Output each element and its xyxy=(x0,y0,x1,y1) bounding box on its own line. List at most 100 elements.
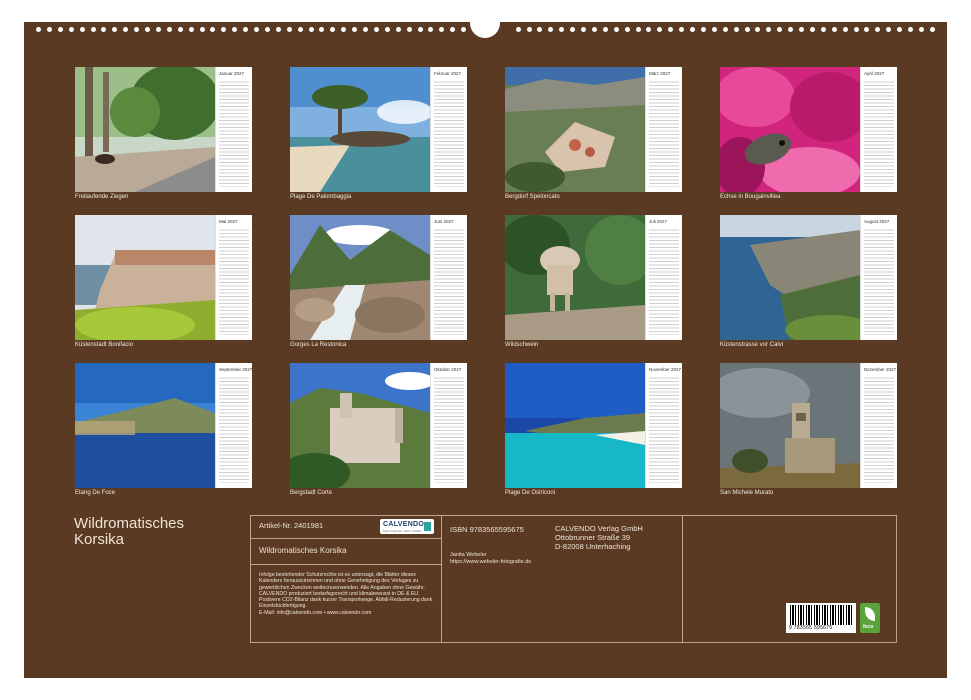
binding-hole xyxy=(526,27,532,32)
binding-hole xyxy=(864,27,870,32)
photo-caption: Bergstadt Corte xyxy=(290,490,333,496)
binding-hole xyxy=(417,27,423,32)
binding-hole xyxy=(820,27,826,32)
binding-hole xyxy=(155,27,161,32)
feco-eco-icon: feco xyxy=(860,603,880,633)
photo-caption: Wildschwein xyxy=(505,342,539,348)
binding-hole xyxy=(744,27,750,32)
binding-hole xyxy=(286,27,292,32)
photo-caption: Küstenstadt Bonifacio xyxy=(75,342,134,348)
binding-hole xyxy=(145,27,150,32)
binding-hole xyxy=(755,27,761,32)
binding-hole xyxy=(243,27,249,32)
binding-hole xyxy=(134,27,140,32)
article-number: Artikel-Nr. 2401981 xyxy=(259,521,324,530)
binding-hole xyxy=(559,27,565,32)
publisher-name: CALVENDO Verlag GmbH xyxy=(555,524,643,533)
binding-hole xyxy=(570,27,576,32)
binding-hole xyxy=(428,27,434,32)
binding-hole xyxy=(929,27,935,32)
publisher-street: Ottobrunner Straße 39 xyxy=(555,533,631,542)
binding-hole xyxy=(853,27,859,32)
binding-hole xyxy=(319,27,325,32)
calendar-grid-september: September 2027 xyxy=(215,363,252,488)
photo-caption: Bergdorf Speloncato xyxy=(505,194,560,200)
binding-hole xyxy=(842,27,848,32)
calendar-back-cover: Januar 2027 Freilaufende Ziegen Februar … xyxy=(24,16,947,678)
product-info-box: Artikel-Nr. 2401981 CALVENDO Mehr Kalend… xyxy=(250,515,897,643)
month-name: November 2027 xyxy=(649,367,682,372)
calendar-title: Wildromatisches Korsika xyxy=(74,516,184,548)
binding-hole xyxy=(897,27,903,32)
month-name: August 2027 xyxy=(864,219,890,224)
binding-hole xyxy=(657,27,663,32)
month-name: Februar 2027 xyxy=(434,71,462,76)
binding-hole xyxy=(679,27,685,32)
photo-caption: Küstenstrasse vor Calvi xyxy=(720,342,784,348)
photo-caption: Etang De Foce xyxy=(75,490,116,496)
author-website: https://www.webeler-fotografie.de xyxy=(450,559,532,565)
binding-hole xyxy=(68,27,74,32)
binding-hole xyxy=(221,27,227,32)
calendar-grid-june: Juni 2027 xyxy=(430,215,467,340)
calendar-grid-july: Juli 2027 xyxy=(645,215,682,340)
month-name: Mai 2027 xyxy=(219,219,238,224)
binding-hole xyxy=(308,27,314,32)
month-name: Dezember 2027 xyxy=(864,367,897,372)
binding-hole xyxy=(908,27,913,32)
photo-august xyxy=(720,215,860,340)
binding-hole xyxy=(668,27,674,32)
binding-hole xyxy=(36,27,41,32)
leaf-icon xyxy=(865,607,875,621)
binding-hole xyxy=(90,27,96,32)
binding-hole xyxy=(352,27,358,32)
calendar-grid-november: November 2027 xyxy=(645,363,682,488)
binding-hole xyxy=(515,27,521,32)
photo-january xyxy=(75,67,215,192)
binding-hole xyxy=(461,27,467,32)
feco-label: feco xyxy=(863,624,874,630)
photo-december xyxy=(720,363,860,488)
binding-hole xyxy=(384,27,390,32)
month-name: März 2027 xyxy=(649,71,671,76)
publisher-city: D-82008 Unterhaching xyxy=(555,542,631,551)
calvendo-mark-icon xyxy=(424,522,431,531)
product-info-column: Artikel-Nr. 2401981 CALVENDO Mehr Kalend… xyxy=(251,516,442,642)
binding-hole xyxy=(886,27,892,32)
barcode-number: 9 783565 595675 xyxy=(789,625,833,631)
binding-hole xyxy=(711,27,717,32)
binding-hole xyxy=(406,27,412,32)
barcode-bars xyxy=(790,605,852,625)
calendar-grid-march: März 2027 xyxy=(645,67,682,192)
binding-hole xyxy=(733,27,739,32)
binding-hole xyxy=(275,27,281,32)
photo-july xyxy=(505,215,645,340)
month-name: April 2027 xyxy=(864,71,885,76)
copyright-notice: Infolge bestehender Schutzrechte ist es … xyxy=(259,572,439,616)
binding-hole xyxy=(722,27,728,32)
calvendo-logo: CALVENDO Mehr Kalender. Mehr Vielfalt. xyxy=(380,519,434,534)
month-name: September 2027 xyxy=(219,367,253,372)
photo-april xyxy=(720,67,860,192)
photo-october xyxy=(290,363,430,488)
calendar-grid-april: April 2027 xyxy=(860,67,897,192)
month-name: Juni 2027 xyxy=(434,219,454,224)
binding-hole xyxy=(788,27,794,32)
binding-hole xyxy=(581,27,586,32)
title-line-2: Korsika xyxy=(74,531,125,548)
calendar-grid-august: August 2027 xyxy=(860,215,897,340)
calendar-grid-december: Dezember 2027 xyxy=(860,363,897,488)
calendar-grid-may: Mai 2027 xyxy=(215,215,252,340)
binding-hole xyxy=(166,27,172,32)
photo-september xyxy=(75,363,215,488)
isbn: ISBN 9783565595675 xyxy=(450,525,524,534)
binding-hole xyxy=(690,27,695,32)
binding-hole xyxy=(450,27,456,32)
binding-hole xyxy=(101,27,107,32)
binding-hole xyxy=(341,27,347,32)
binding-hole xyxy=(537,27,543,32)
photo-caption: Freilaufende Ziegen xyxy=(75,194,129,200)
binding-hole xyxy=(46,27,52,32)
photo-caption: San Michele Murato xyxy=(720,490,774,496)
photo-caption: Plage De Palombaggia xyxy=(290,194,352,200)
